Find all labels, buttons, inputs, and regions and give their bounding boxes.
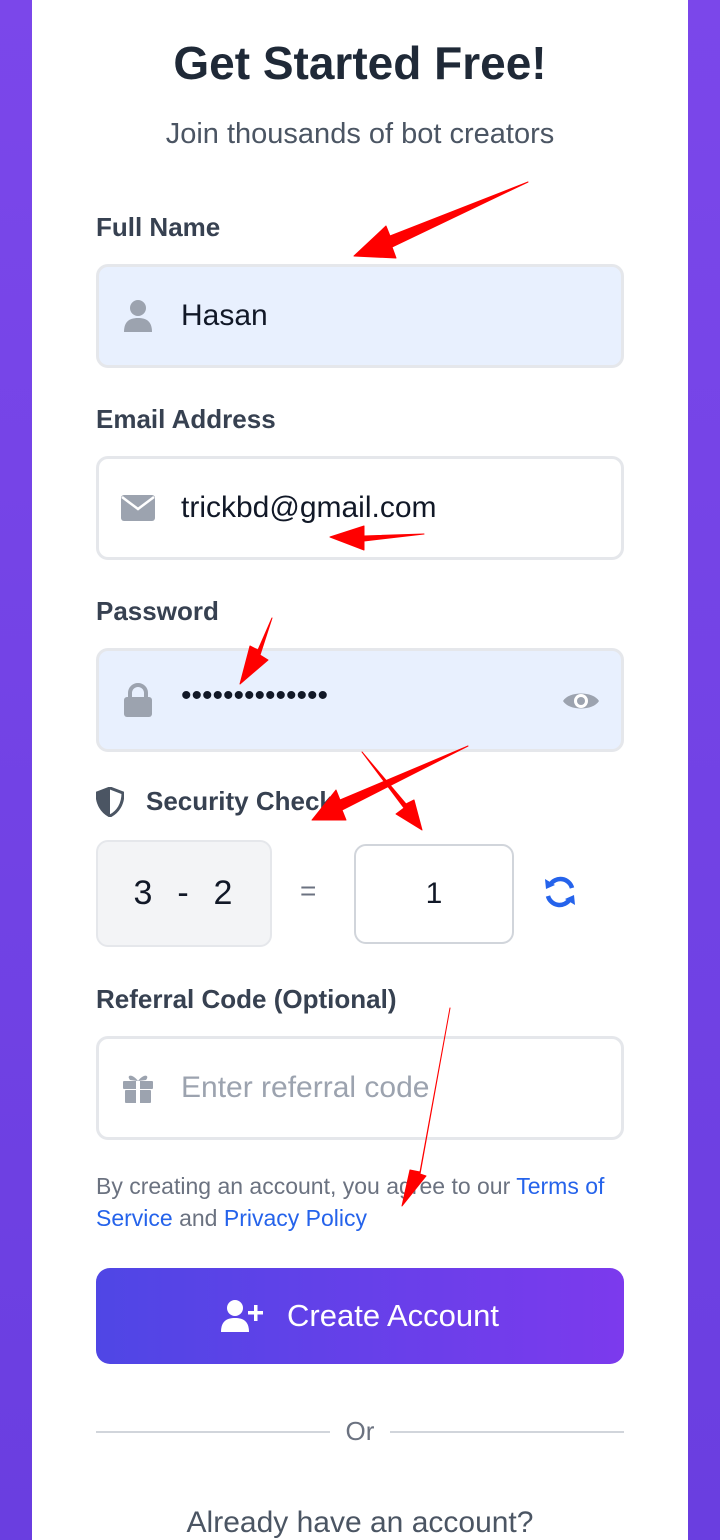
terms-middle: and: [172, 1205, 224, 1231]
or-text: Or: [345, 1416, 375, 1446]
create-account-label: Create Account: [287, 1298, 499, 1333]
referral-placeholder: Enter referral code: [181, 1071, 430, 1104]
email-value: trickbd@gmail.com: [181, 491, 437, 524]
already-have-account-text: Already have an account?: [186, 1506, 534, 1539]
password-value: ••••••••••••••: [181, 679, 329, 712]
create-account-button[interactable]: Create Account: [96, 1268, 624, 1364]
referral-label: Referral Code (Optional): [96, 984, 397, 1014]
captcha-answer-input[interactable]: 1: [354, 844, 514, 944]
password-label: Password: [96, 596, 219, 626]
full-name-value: Hasan: [181, 299, 268, 332]
password-field[interactable]: ••••••••••••••: [96, 648, 624, 752]
captcha-question-text: 3 - 2: [133, 874, 235, 912]
gift-icon: [119, 1069, 157, 1107]
eye-icon[interactable]: [561, 681, 601, 721]
security-check-text: Security Check: [146, 786, 334, 816]
security-check-label: Security Check: [95, 785, 334, 818]
envelope-icon: [119, 489, 157, 527]
or-divider: Or: [96, 1416, 624, 1446]
page-title: Get Started Free!: [173, 37, 547, 89]
refresh-icon[interactable]: [542, 874, 582, 914]
terms-prefix: By creating an account, you agree to our: [96, 1173, 517, 1199]
full-name-label: Full Name: [96, 212, 221, 242]
privacy-policy-link[interactable]: Privacy Policy: [224, 1205, 367, 1231]
full-name-field[interactable]: Hasan: [96, 264, 624, 368]
user-icon: [119, 297, 157, 335]
lock-icon: [119, 681, 157, 719]
referral-field[interactable]: Enter referral code: [96, 1036, 624, 1140]
user-plus-icon: [221, 1299, 265, 1333]
page-subtitle: Join thousands of bot creators: [165, 118, 555, 150]
email-field[interactable]: trickbd@gmail.com: [96, 456, 624, 560]
terms-text: By creating an account, you agree to our…: [96, 1170, 628, 1234]
signup-card: Get Started Free! Join thousands of bot …: [32, 0, 688, 1540]
captcha-question: 3 - 2: [96, 840, 272, 947]
equals-sign: =: [300, 875, 317, 906]
shield-icon: [95, 785, 125, 818]
email-label: Email Address: [96, 404, 276, 434]
captcha-answer-value: 1: [425, 877, 443, 910]
